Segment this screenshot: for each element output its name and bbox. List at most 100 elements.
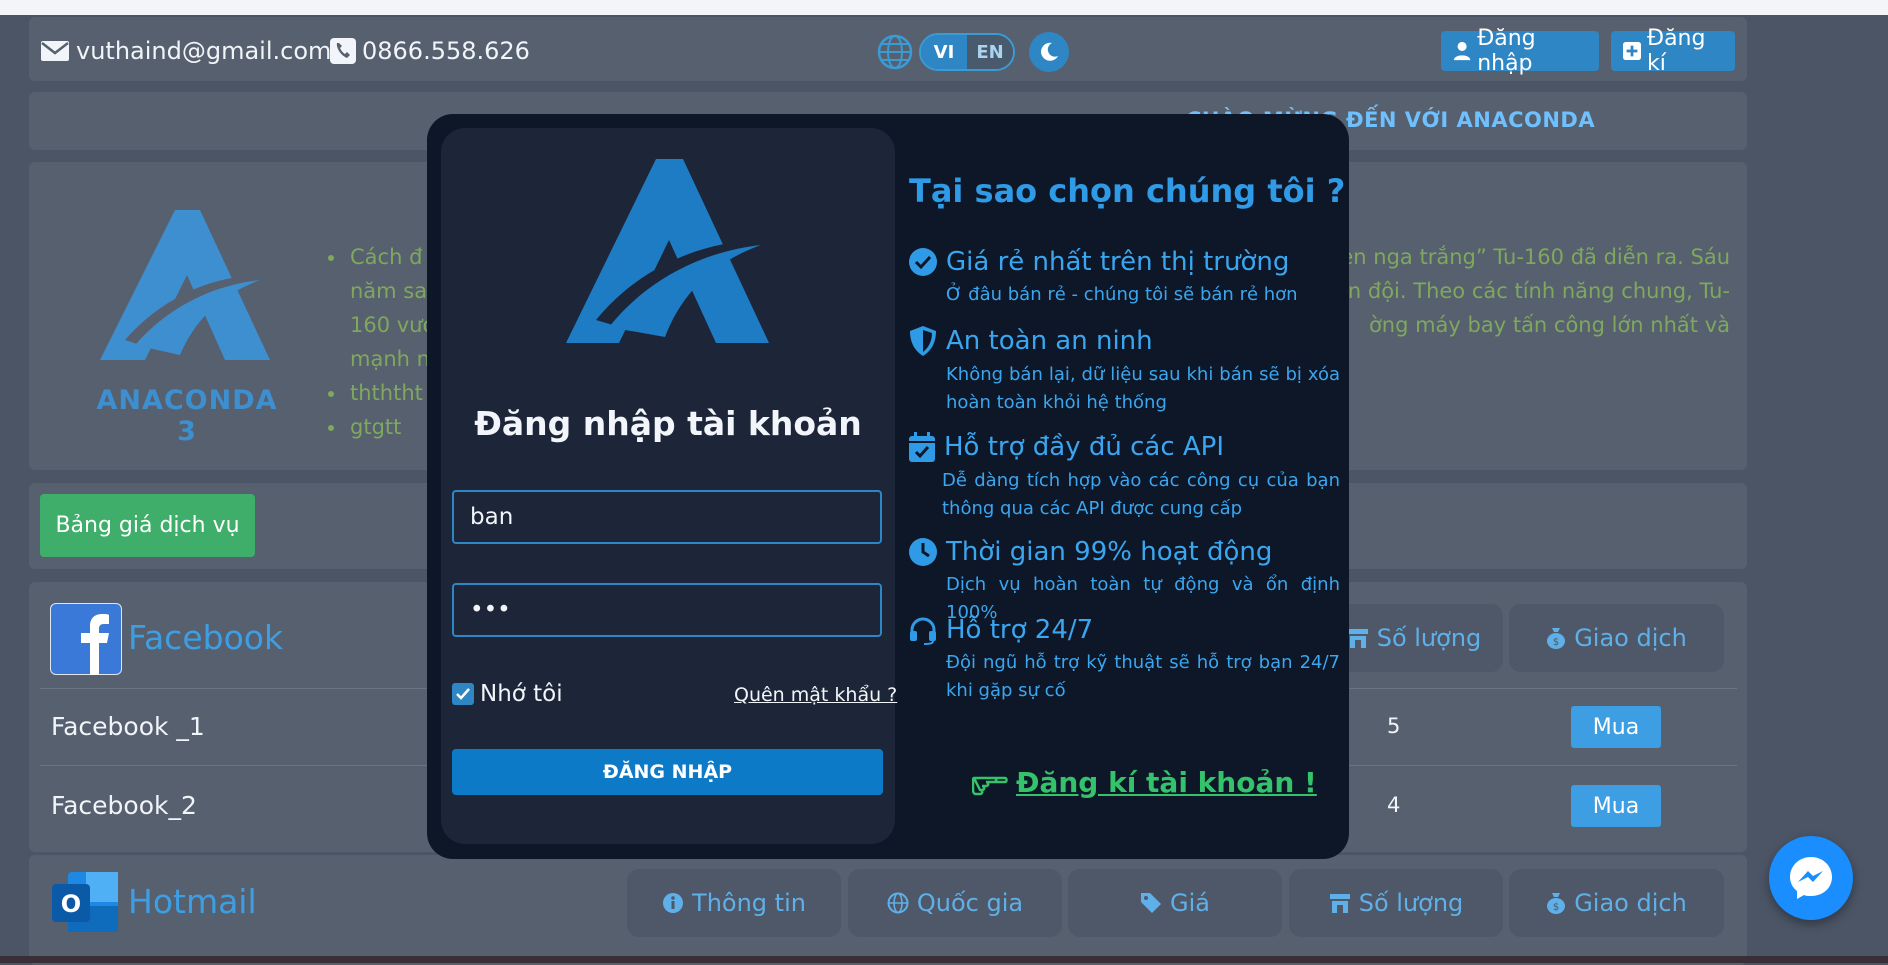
envelope-icon [41,41,69,61]
tag-icon [1141,893,1161,913]
column-country[interactable]: Quốc gia [848,869,1062,937]
globe-icon [887,892,909,914]
plus-square-icon [1623,41,1642,61]
contact-phone[interactable]: 0866.558.626 [330,33,530,69]
feature-item: Thời gian 99% hoạt động Dịch vụ hoàn toà… [908,537,1340,627]
column-price[interactable]: Giá [1068,869,1282,937]
remember-label: Nhớ tôi [480,681,563,707]
shield-icon [910,326,936,356]
check-circle-icon [909,248,937,276]
check-icon [456,688,470,700]
remember-checkbox[interactable] [452,683,474,705]
column-price-label: Giá [1170,889,1210,917]
globe-icon [877,34,913,70]
lang-en-button[interactable]: EN [967,35,1013,69]
register-account-link[interactable]: Đăng kí tài khoản ! [972,766,1317,799]
anaconda-logo-icon [100,210,270,360]
register-link-text: Đăng kí tài khoản ! [1016,766,1317,799]
intro-text-line: en nga trắng” Tu-160 đã diễn ra. Sáu [1340,245,1730,269]
intro-bullet: gtgtt [326,410,435,444]
browser-top-strip [0,0,1888,15]
email-text: vuthaind@gmail.com [76,37,332,65]
calendar-check-icon [909,432,935,462]
buy-button[interactable]: Mua [1571,706,1661,748]
feature-title: Thời gian 99% hoạt động [946,537,1273,567]
buy-button[interactable]: Mua [1571,785,1661,827]
svg-text:$: $ [1553,902,1559,913]
lang-vi-button[interactable]: VI [921,35,967,69]
dark-mode-toggle[interactable] [1029,32,1069,72]
info-icon [663,893,684,913]
intro-bullet-cont: năm sa [350,279,428,303]
facebook-title: Facebook [128,618,284,657]
headset-icon [910,617,936,645]
why-choose-title: Tại sao chọn chúng tôi ? [909,172,1346,210]
contact-email[interactable]: vuthaind@gmail.com [40,33,331,69]
forgot-password-link[interactable]: Quên mật khẩu ? [734,684,897,706]
feature-title: Hỗ trợ đầy đủ các API [944,432,1225,462]
modal-title: Đăng nhập tài khoản [474,404,862,443]
intro-bullet-cont: 160 vượ [350,313,436,337]
store-icon [1329,894,1350,913]
feature-title: An toàn an ninh [946,326,1153,356]
clock-icon [909,538,937,566]
feature-title: Giá rẻ nhất trên thị trường [946,247,1290,277]
feature-desc: Dễ dàng tích hợp vào các công cụ của bạn… [942,470,1340,519]
intro-bullet: thththt [326,376,435,410]
feature-item: Hỗ trợ đầy đủ các API Dễ dàng tích hợp v… [908,431,1340,523]
column-transaction[interactable]: $ Giao dịch [1509,869,1724,937]
feature-item: Giá rẻ nhất trên thị trường Ở đâu bán rẻ… [908,247,1340,309]
register-label: Đăng kí [1647,26,1706,76]
login-label: Đăng nhập [1477,26,1536,76]
pricing-button[interactable]: Bảng giá dịch vụ [40,494,255,557]
row-name: Facebook_2 [51,791,197,820]
hotmail-title: Hotmail [128,882,257,921]
taskbar-strip [0,956,1888,963]
phone-icon [330,38,356,64]
password-input[interactable]: ••• [452,583,882,637]
login-button[interactable]: Đăng nhập [1441,26,1599,76]
intro-bullet: Cách đ [326,240,435,274]
messenger-chat-button[interactable] [1769,836,1853,920]
hand-pointing-icon [972,776,1008,795]
feature-desc: Ở đâu bán rẻ - chúng tôi sẽ bán rẻ hơn [946,284,1298,305]
column-transaction-label: Giao dịch [1574,624,1687,652]
language-switcher: VI EN [877,32,1069,72]
column-info-label: Thông tin [692,889,806,917]
feature-item: Hỗ trợ 24/7 Đội ngũ hỗ trợ kỹ thuật sẽ h… [908,615,1340,705]
row-qty: 4 [1387,793,1401,817]
store-icon [1347,629,1368,648]
outlook-icon: O [52,872,118,932]
intro-text-line: ờng máy bay tấn công lớn nhất và [1368,313,1730,337]
column-quantity[interactable]: Số lượng [1325,604,1503,672]
money-bag-icon: $ [1547,628,1566,649]
column-quantity[interactable]: Số lượng [1289,869,1503,937]
column-info[interactable]: Thông tin [627,869,841,937]
column-quantity-label: Số lượng [1358,889,1464,917]
submit-login-button[interactable]: ĐĂNG NHẬP [452,749,883,795]
intro-right-text: en nga trắng” Tu-160 đã diễn ra. Sáu n đ… [1330,240,1730,342]
moon-icon [1041,42,1058,61]
column-country-label: Quốc gia [916,889,1024,917]
anaconda-logo-icon [566,159,769,343]
phone-text: 0866.558.626 [362,37,530,65]
messenger-icon [1790,857,1832,899]
intro-logo-text: ANACONDA 3 [96,385,278,447]
svg-text:$: $ [1553,637,1559,648]
feature-desc: Không bán lại, dữ liệu sau khi bán sẽ bị… [946,364,1340,413]
language-toggle: VI EN [919,33,1015,71]
intro-bullets: Cách đ năm sa 160 vượ mạnh n thththt gtg… [326,240,435,444]
intro-bullet-cont: mạnh n [350,347,430,371]
row-qty: 5 [1387,714,1401,738]
column-transaction[interactable]: $ Giao dịch [1509,604,1724,672]
feature-item: An toàn an ninh Không bán lại, dữ liệu s… [908,325,1340,417]
column-quantity-label: Số lượng [1376,624,1482,652]
username-input[interactable]: ban [452,490,882,544]
svg-text:O: O [61,890,81,918]
remember-me[interactable]: Nhớ tôi [452,681,563,707]
money-bag-icon: $ [1547,893,1566,914]
register-button[interactable]: Đăng kí [1611,26,1735,76]
user-icon [1453,41,1471,61]
feature-title: Hỗ trợ 24/7 [946,615,1094,645]
column-transaction-label: Giao dịch [1574,889,1687,917]
